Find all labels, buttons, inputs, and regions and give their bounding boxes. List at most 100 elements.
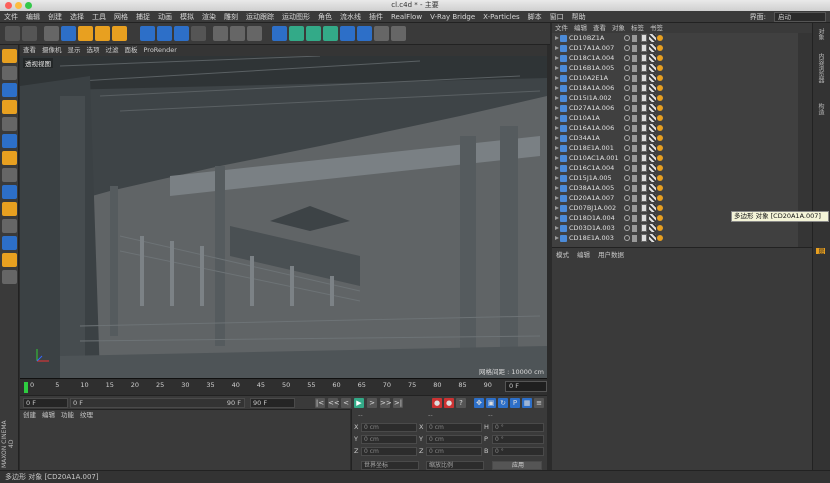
viewport-menu-5[interactable]: 面板 (122, 45, 141, 56)
pen-icon[interactable] (289, 26, 304, 41)
coord-pos-field[interactable]: 0 cm (361, 447, 417, 456)
editor-visibility-icon[interactable] (624, 135, 630, 141)
playback-button-3[interactable]: ▶ (354, 398, 364, 408)
menu-item-14[interactable]: 流水线 (336, 11, 365, 23)
expand-arrow-icon[interactable] (555, 56, 559, 60)
render-visibility-icon[interactable] (632, 205, 637, 212)
texture-tag-icon[interactable] (641, 164, 647, 172)
texture-tag-icon[interactable] (641, 184, 647, 192)
editor-visibility-icon[interactable] (624, 235, 630, 241)
editor-visibility-icon[interactable] (624, 55, 630, 61)
expand-arrow-icon[interactable] (555, 46, 559, 50)
light-icon[interactable] (391, 26, 406, 41)
expand-arrow-icon[interactable] (555, 116, 559, 120)
coord-size-field[interactable]: 0 cm (426, 423, 482, 432)
object-row[interactable]: CD03D1A.003 (552, 224, 797, 233)
phong-tag-icon[interactable] (657, 235, 663, 241)
render-view-icon[interactable] (213, 26, 228, 41)
viewport-menu-0[interactable]: 查看 (20, 45, 39, 56)
render-visibility-icon[interactable] (632, 145, 637, 152)
render-visibility-icon[interactable] (632, 55, 637, 62)
axis-mode-icon[interactable] (2, 168, 17, 182)
om-menu-3[interactable]: 对象 (609, 23, 628, 33)
snap-icon[interactable] (2, 202, 17, 216)
uvw-tag-icon[interactable] (649, 54, 656, 62)
material-menu-1[interactable]: 编辑 (39, 410, 58, 421)
menu-item-4[interactable]: 工具 (88, 11, 110, 23)
playback-button-2[interactable]: < (341, 398, 351, 408)
coord-size-field[interactable]: 0 cm (426, 447, 482, 456)
object-row[interactable]: CD10A2E1A (552, 74, 797, 83)
phong-tag-icon[interactable] (657, 225, 663, 231)
attr-menu-0[interactable]: 模式 (552, 250, 573, 261)
apply-button[interactable]: 应用 (492, 461, 542, 470)
current-frame-field[interactable]: 0 F (505, 381, 547, 392)
expand-arrow-icon[interactable] (555, 166, 559, 170)
menu-item-3[interactable]: 选择 (66, 11, 88, 23)
phong-tag-icon[interactable] (657, 135, 663, 141)
object-row[interactable]: CD16C1A.004 (552, 164, 797, 173)
editor-visibility-icon[interactable] (624, 115, 630, 121)
expand-arrow-icon[interactable] (555, 206, 559, 210)
uvw-tag-icon[interactable] (649, 144, 656, 152)
editor-visibility-icon[interactable] (624, 205, 630, 211)
grid-icon[interactable] (2, 270, 17, 284)
om-menu-0[interactable]: 文件 (552, 23, 571, 33)
scale-icon[interactable] (78, 26, 93, 41)
uvw-tag-icon[interactable] (649, 214, 656, 222)
editor-visibility-icon[interactable] (624, 225, 630, 231)
playback-button-1[interactable]: << (328, 398, 340, 408)
texture-mode-icon[interactable] (2, 83, 17, 97)
coord-rot-field[interactable]: 0 ° (492, 435, 544, 444)
viewport-menu-2[interactable]: 显示 (65, 45, 84, 56)
expand-arrow-icon[interactable] (555, 136, 559, 140)
texture-tag-icon[interactable] (641, 84, 647, 92)
editor-visibility-icon[interactable] (624, 125, 630, 131)
array-icon[interactable] (323, 26, 338, 41)
key-position-button[interactable]: ✥ (474, 398, 484, 408)
floor-icon[interactable] (357, 26, 372, 41)
start-frame-field[interactable]: 0 F (23, 398, 68, 408)
uvw-tag-icon[interactable] (649, 44, 656, 52)
coord-pos-field[interactable]: 0 cm (361, 435, 417, 444)
subdivision-icon[interactable] (306, 26, 321, 41)
om-menu-2[interactable]: 查看 (590, 23, 609, 33)
object-row[interactable]: CD10A1A (552, 114, 797, 123)
editor-visibility-icon[interactable] (624, 165, 630, 171)
phong-tag-icon[interactable] (657, 115, 663, 121)
object-row[interactable]: CD38A1A.005 (552, 184, 797, 193)
zoom-window-button[interactable] (25, 2, 32, 9)
expand-arrow-icon[interactable] (555, 196, 559, 200)
render-visibility-icon[interactable] (632, 95, 637, 102)
key-rotation-button[interactable]: ↻ (498, 398, 508, 408)
texture-tag-icon[interactable] (641, 114, 647, 122)
editor-visibility-icon[interactable] (624, 75, 630, 81)
uvw-tag-icon[interactable] (649, 224, 656, 232)
tab-objects[interactable]: 对象 (816, 28, 825, 40)
expand-arrow-icon[interactable] (555, 186, 559, 190)
editor-visibility-icon[interactable] (624, 35, 630, 41)
editor-visibility-icon[interactable] (624, 175, 630, 181)
phong-tag-icon[interactable] (657, 95, 663, 101)
expand-arrow-icon[interactable] (555, 156, 559, 160)
playhead[interactable] (24, 382, 28, 393)
end-frame-field[interactable]: 90 F (250, 398, 295, 408)
deformer-icon[interactable] (340, 26, 355, 41)
texture-tag-icon[interactable] (641, 94, 647, 102)
editor-visibility-icon[interactable] (624, 65, 630, 71)
menu-item-13[interactable]: 角色 (314, 11, 336, 23)
uvw-tag-icon[interactable] (649, 64, 656, 72)
uvw-tag-icon[interactable] (649, 114, 656, 122)
object-row[interactable]: CD15J1A.005 (552, 174, 797, 183)
render-visibility-icon[interactable] (632, 185, 637, 192)
render-visibility-icon[interactable] (632, 165, 637, 172)
camera-icon[interactable] (374, 26, 389, 41)
object-row[interactable]: CD17A1A.007 (552, 44, 797, 53)
om-menu-4[interactable]: 标签 (628, 23, 647, 33)
coord-rot-field[interactable]: 0 ° (492, 447, 544, 456)
uvw-tag-icon[interactable] (649, 74, 656, 82)
texture-tag-icon[interactable] (641, 44, 647, 52)
live-select-icon[interactable] (112, 26, 127, 41)
redo-icon[interactable] (22, 26, 37, 41)
phong-tag-icon[interactable] (657, 175, 663, 181)
